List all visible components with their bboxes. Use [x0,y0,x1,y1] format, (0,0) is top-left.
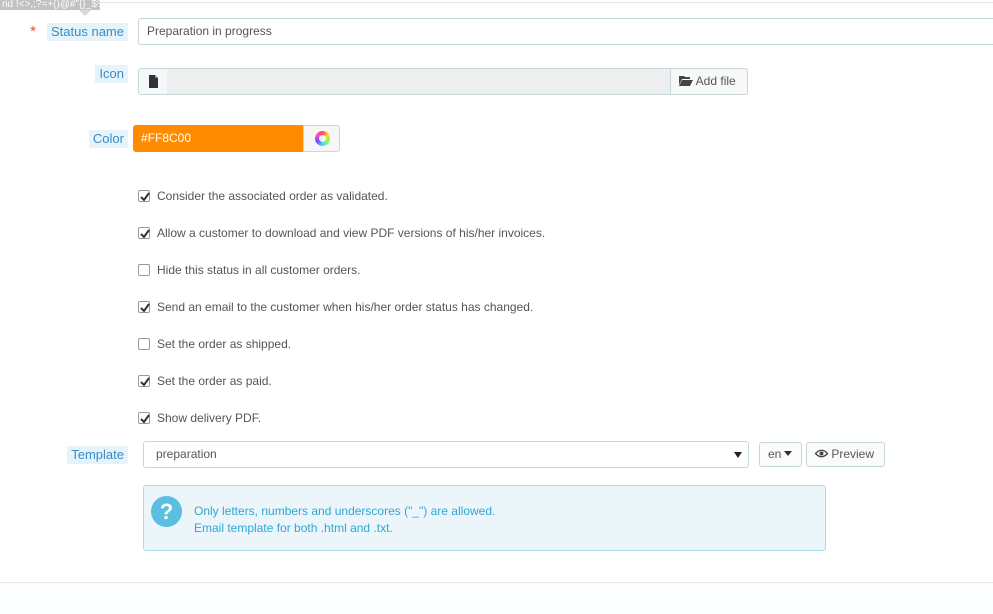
color-input[interactable]: #FF8C00 [133,125,304,152]
file-name-field[interactable] [167,68,671,95]
checkbox-label: Send an email to the customer when his/h… [157,300,534,314]
language-label: en [768,447,782,461]
template-selected: preparation [156,447,217,461]
tooltip: nd !<>,;?=+()@#"{}_$%: [0,0,100,10]
checkbox-paid[interactable] [138,375,150,387]
checkbox-label: Show delivery PDF. [157,411,262,425]
status-name-label-group: * Status name [0,23,128,41]
help-text-line-2: Email template for both .html and .txt. [194,521,393,535]
status-name-label: Status name [47,23,128,41]
checkbox-shipped[interactable] [138,338,150,350]
preview-button[interactable]: Preview [806,442,885,467]
question-icon: ? [151,496,182,527]
panel-footer [0,583,993,614]
status-name-input[interactable]: Preparation in progress [138,18,993,45]
checkbox-label: Set the order as shipped. [157,337,292,351]
template-select[interactable]: preparation [143,441,749,468]
checkbox-delivery-pdf[interactable] [138,412,150,424]
help-text-line-1: Only letters, numbers and underscores ("… [194,504,496,518]
folder-open-icon [679,76,693,86]
icon-label: Icon [95,65,128,83]
checkbox-label: Hide this status in all customer orders. [157,263,361,277]
color-wheel-icon [315,131,330,146]
checkbox-hidden[interactable] [138,264,150,276]
icon-file-group: Add file [138,68,748,95]
required-marker: * [30,23,36,40]
icon-label-group: Icon [0,65,128,83]
checkbox-label: Consider the associated order as validat… [157,189,388,203]
checkbox-validated[interactable] [138,190,150,202]
template-label-group: Template [0,446,128,464]
preview-label: Preview [831,447,875,461]
eye-icon [814,449,829,458]
template-help-alert: ? Only letters, numbers and underscores … [143,485,826,551]
color-label-group: Color [0,130,128,148]
tooltip-arrow [79,10,91,16]
language-dropdown-button[interactable]: en [759,442,802,467]
top-divider [0,2,993,3]
checkbox-label: Set the order as paid. [157,374,272,388]
file-icon [138,68,168,95]
add-file-label: Add file [695,74,736,88]
template-label: Template [67,446,128,464]
color-picker-button[interactable] [303,125,340,152]
tooltip-text: nd !<>,;?=+()@#"{}_$%: [2,0,100,10]
caret-down-icon [734,452,742,458]
color-label: Color [88,130,128,148]
checkbox-invoice[interactable] [138,227,150,239]
checkbox-label: Allow a customer to download and view PD… [157,226,546,240]
checkbox-send-email[interactable] [138,301,150,313]
add-file-button[interactable]: Add file [670,68,748,95]
caret-down-icon [784,451,793,456]
